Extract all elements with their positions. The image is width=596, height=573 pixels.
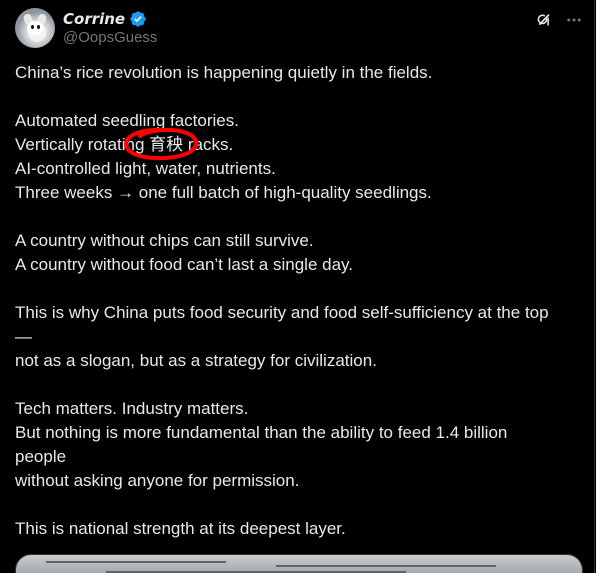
avatar-eye-right xyxy=(37,25,40,29)
tweet-line: But nothing is more fundamental than the… xyxy=(15,423,508,442)
grok-icon xyxy=(537,14,550,26)
media-factory-beam xyxy=(276,565,496,567)
tweet-line: This is why China puts food security and… xyxy=(15,303,549,322)
verified-badge-icon xyxy=(130,11,146,27)
more-icon xyxy=(567,18,581,22)
avatar-face xyxy=(27,21,43,35)
tweet-media-image[interactable] xyxy=(15,554,583,573)
grok-button[interactable] xyxy=(533,10,555,30)
tweet-line: Tech matters. Industry matters. xyxy=(15,399,249,418)
tweet-line: Three weeks → one full batch of high-qua… xyxy=(15,183,432,202)
more-options-button[interactable] xyxy=(563,10,585,30)
tweet-line: A country without chips can still surviv… xyxy=(15,231,314,250)
author-handle[interactable]: @OopsGuess xyxy=(63,29,157,46)
author-names: Corrine @OopsGuess xyxy=(63,8,423,48)
tweet-line: without asking anyone for permission. xyxy=(15,471,300,490)
tweet-line: people xyxy=(15,447,67,466)
tweet-line: AI-controlled light, water, nutrients. xyxy=(15,159,276,178)
media-factory-beam xyxy=(46,561,226,563)
tweet-line: A country without food can’t last a sing… xyxy=(15,255,353,274)
avatar-eye-left xyxy=(31,25,34,29)
display-name[interactable]: Corrine xyxy=(63,10,125,28)
tweet-line: This is national strength at its deepest… xyxy=(15,519,346,538)
tweet-text: China’s rice revolution is happening qui… xyxy=(15,61,581,541)
display-name-row: Corrine xyxy=(63,9,147,29)
tweet-header: Corrine @OopsGuess xyxy=(15,8,585,48)
tweet-line: Vertically rotating 育秧 racks. xyxy=(15,135,234,154)
column-divider xyxy=(594,0,595,573)
tweet-line: not as a slogan, but as a strategy for c… xyxy=(15,351,377,370)
tweet-line: Automated seedling factories. xyxy=(15,111,239,130)
tweet-page: Corrine @OopsGuess China’s rice revoluti… xyxy=(0,0,596,573)
header-actions xyxy=(533,10,585,30)
tweet-line: China’s rice revolution is happening qui… xyxy=(15,63,433,82)
avatar[interactable] xyxy=(15,8,55,48)
tweet-line: — xyxy=(15,327,32,346)
